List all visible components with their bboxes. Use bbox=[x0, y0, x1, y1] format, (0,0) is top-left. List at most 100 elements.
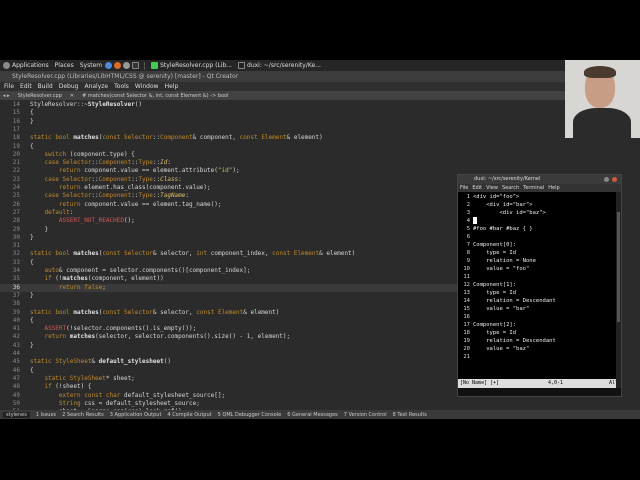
vim-line[interactable]: 5 #foo #bar #baz { } bbox=[458, 225, 608, 233]
code-line[interactable]: 21 case Selector::Component::Type::Id: bbox=[0, 159, 460, 167]
code-line[interactable]: 39 static bool matches(const Selector& se… bbox=[0, 309, 460, 317]
vim-line[interactable]: 1 <div id="foo"> bbox=[458, 193, 608, 201]
vim-line[interactable]: 9 relation = None bbox=[458, 257, 608, 265]
tab-qml-debugger-console[interactable]: 5 QML Debugger Console bbox=[218, 412, 282, 418]
term-menu-view[interactable]: View bbox=[486, 185, 498, 191]
code-line[interactable]: 24 return element.has_class(component.va… bbox=[0, 184, 460, 192]
code-line[interactable]: 19 { bbox=[0, 143, 460, 151]
code-line[interactable]: 23 case Selector::Component::Type::Class… bbox=[0, 176, 460, 184]
code-line[interactable]: 50 String css = default_stylesheet_sourc… bbox=[0, 400, 460, 408]
menu-help[interactable]: Help bbox=[165, 83, 179, 90]
system-menu[interactable]: System bbox=[77, 62, 105, 69]
places-menu[interactable]: Places bbox=[52, 62, 77, 69]
code-line[interactable]: 18 static bool matches(const Selector::Co… bbox=[0, 134, 460, 142]
code-line[interactable]: 37} bbox=[0, 292, 460, 300]
code-line[interactable]: 43} bbox=[0, 342, 460, 350]
code-line[interactable]: 30} bbox=[0, 234, 460, 242]
vim-line[interactable]: 14 relation = Descendant bbox=[458, 297, 608, 305]
tab-version-control[interactable]: 7 Version Control bbox=[344, 412, 387, 418]
vim-line[interactable]: 4 bbox=[458, 217, 608, 225]
vim-line[interactable]: 7 Component[0]: bbox=[458, 241, 608, 249]
term-menu-file[interactable]: File bbox=[460, 185, 468, 191]
tab-test-results[interactable]: 8 Test Results bbox=[393, 412, 427, 418]
term-menu-terminal[interactable]: Terminal bbox=[523, 185, 544, 191]
vim-line[interactable]: 19 relation = Descendant bbox=[458, 337, 608, 345]
code-line[interactable]: 25 case Selector::Component::Type::TagNa… bbox=[0, 192, 460, 200]
tab-compile-output[interactable]: 4 Compile Output bbox=[167, 412, 211, 418]
code-line[interactable]: 34 auto& component = selector.components… bbox=[0, 267, 460, 275]
tab-general-messages[interactable]: 6 General Messages bbox=[287, 412, 338, 418]
tab-search-results[interactable]: 2 Search Results bbox=[62, 412, 104, 418]
code-line[interactable]: 38 bbox=[0, 300, 460, 308]
taskbar-item-qtcreator[interactable]: StyleResolver.cpp (Lib... bbox=[148, 62, 235, 69]
code-line[interactable]: 32 static bool matches(const Selector& se… bbox=[0, 250, 460, 258]
taskbar-item-terminal[interactable]: duxi: ~/src/serenity/Ke... bbox=[235, 62, 324, 69]
file-selector[interactable]: StyleResolver.cpp bbox=[18, 93, 62, 99]
code-line[interactable]: 14 StyleResolver::~StyleResolver() bbox=[0, 101, 460, 109]
code-line[interactable]: 28 ASSERT_NOT_REACHED(); bbox=[0, 217, 460, 225]
code-line[interactable]: 41 ASSERT(!selector.components().is_empt… bbox=[0, 325, 460, 333]
code-line[interactable]: 22 return component.value == element.att… bbox=[0, 167, 460, 175]
code-line[interactable]: 15 { bbox=[0, 109, 460, 117]
firefox-icon[interactable] bbox=[114, 62, 122, 69]
code-line[interactable]: 27 default: bbox=[0, 209, 460, 217]
output-search-input[interactable]: stylenes bbox=[3, 411, 30, 418]
code-line[interactable]: 47 static StyleSheet* sheet; bbox=[0, 375, 460, 383]
code-line[interactable]: 42 return matches(selector, selector.com… bbox=[0, 333, 460, 341]
code-line[interactable]: 16} bbox=[0, 118, 460, 126]
vim-line[interactable]: 12 Component[1]: bbox=[458, 281, 608, 289]
menu-file[interactable]: File bbox=[4, 83, 14, 90]
term-menu-edit[interactable]: Edit bbox=[472, 185, 482, 191]
vim-line[interactable]: 2 <div id="bar"> bbox=[458, 201, 608, 209]
terminal-launcher-icon[interactable] bbox=[132, 62, 140, 69]
scrollbar-thumb[interactable] bbox=[617, 212, 620, 322]
term-menu-search[interactable]: Search bbox=[502, 185, 519, 191]
symbol-selector[interactable]: # matches(const Selector &, int, const E… bbox=[82, 93, 228, 99]
menu-analyze[interactable]: Analyze bbox=[84, 83, 108, 90]
code-line[interactable]: 49 extern const char default_stylesheet_… bbox=[0, 392, 460, 400]
code-line[interactable]: 48 if (!sheet) { bbox=[0, 383, 460, 391]
code-line[interactable]: 46 { bbox=[0, 367, 460, 375]
vim-line[interactable]: 18 type = Id bbox=[458, 329, 608, 337]
tab-issues[interactable]: 1 Issues bbox=[36, 412, 56, 418]
tab-application-output[interactable]: 3 Application Output bbox=[110, 412, 162, 418]
vim-line[interactable]: 15 value = "bar" bbox=[458, 305, 608, 313]
code-line[interactable]: 33 { bbox=[0, 259, 460, 267]
code-line[interactable]: 26 return component.value == element.tag… bbox=[0, 201, 460, 209]
vim-line[interactable]: 16 bbox=[458, 313, 608, 321]
code-line[interactable]: 29 } bbox=[0, 226, 460, 234]
vim-line[interactable]: 8 type = Id bbox=[458, 249, 608, 257]
vim-line[interactable]: 3 <div id="baz"> bbox=[458, 209, 608, 217]
minimize-icon[interactable] bbox=[604, 177, 609, 182]
close-file-icon[interactable]: ✕ bbox=[70, 93, 74, 99]
code-line[interactable]: 44 bbox=[0, 350, 460, 358]
vim-line[interactable]: 6 bbox=[458, 233, 608, 241]
terminal-titlebar[interactable]: duxi: ~/src/serenity/Kernel bbox=[458, 175, 621, 184]
menu-debug[interactable]: Debug bbox=[59, 83, 79, 90]
code-line[interactable]: 45 static StyleSheet& default_stylesheet(… bbox=[0, 358, 460, 366]
chrome-icon[interactable] bbox=[105, 62, 113, 69]
vim-buffer[interactable]: [No Name] [+] 4,0-1 All 1 <div id="foo"> 2… bbox=[458, 192, 621, 388]
vim-line[interactable]: 21 bbox=[458, 353, 608, 361]
term-menu-help[interactable]: Help bbox=[548, 185, 559, 191]
code-line[interactable]: 17 bbox=[0, 126, 460, 134]
vim-line[interactable]: 13 type = Id bbox=[458, 289, 608, 297]
vim-line[interactable]: 11 bbox=[458, 273, 608, 281]
code-line[interactable]: 35 if (!matches(component, element)) bbox=[0, 275, 460, 283]
code-line[interactable]: 40 { bbox=[0, 317, 460, 325]
menu-build[interactable]: Build bbox=[38, 83, 53, 90]
code-line[interactable]: 36 return false; bbox=[0, 283, 460, 292]
close-icon[interactable] bbox=[612, 177, 617, 182]
vim-line[interactable]: 20 value = "baz" bbox=[458, 345, 608, 353]
menu-tools[interactable]: Tools bbox=[114, 83, 129, 90]
menu-window[interactable]: Window bbox=[135, 83, 159, 90]
code-line[interactable]: 31 bbox=[0, 242, 460, 250]
code-line[interactable]: 20 switch (component.type) { bbox=[0, 151, 460, 159]
nav-back-icon[interactable]: ◂ ▸ bbox=[3, 93, 10, 99]
terminal-scrollbar[interactable] bbox=[616, 192, 621, 388]
settings-icon[interactable] bbox=[123, 62, 131, 69]
vim-line[interactable]: 17 Component[2]: bbox=[458, 321, 608, 329]
vim-line[interactable]: 10 value = "foo" bbox=[458, 265, 608, 273]
applications-menu[interactable]: Applications bbox=[0, 62, 52, 69]
terminal-window[interactable]: duxi: ~/src/serenity/Kernel File Edit Vi… bbox=[457, 174, 622, 397]
